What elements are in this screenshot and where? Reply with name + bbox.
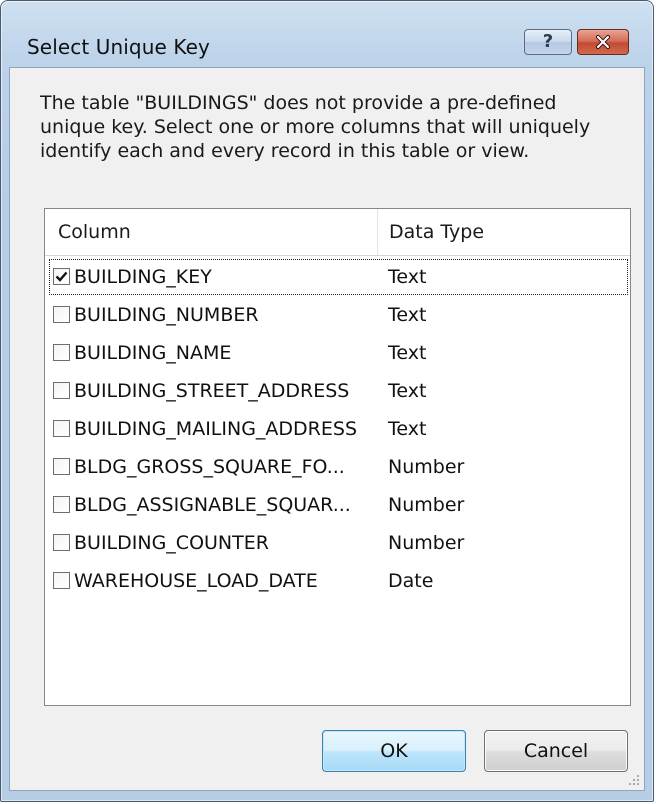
column-data-type: Text [388,380,427,402]
row-checkbox[interactable] [53,572,70,589]
column-name: BUILDING_COUNTER [74,532,269,554]
dialog-title: Select Unique Key [27,35,210,59]
column-name: BLDG_ASSIGNABLE_SQUAR... [74,494,351,516]
close-x-icon [596,35,610,49]
list-item[interactable]: BUILDING_MAILING_ADDRESS Text [49,411,628,447]
column-name: BUILDING_MAILING_ADDRESS [74,418,358,440]
row-checkbox[interactable] [53,306,70,323]
column-name: BLDG_GROSS_SQUARE_FO... [74,456,345,478]
column-name: BUILDING_KEY [74,266,212,288]
list-item[interactable]: BUILDING_STREET_ADDRESS Text [49,373,628,409]
column-name: WAREHOUSE_LOAD_DATE [74,570,318,592]
row-checkbox[interactable] [53,344,70,361]
list-item[interactable]: BUILDING_KEY Text [49,259,628,295]
ok-button[interactable]: OK [322,730,466,772]
list-item[interactable]: BUILDING_NUMBER Text [49,297,628,333]
row-checkbox[interactable] [53,534,70,551]
column-data-type: Text [388,418,427,440]
column-list-header: Column Data Type [45,209,630,256]
help-button[interactable]: ? [524,29,572,55]
column-data-type: Text [388,342,427,364]
list-item[interactable]: BLDG_ASSIGNABLE_SQUAR... Number [49,487,628,523]
column-data-type: Number [388,494,465,516]
column-header-data-type[interactable]: Data Type [378,209,628,255]
column-name: BUILDING_STREET_ADDRESS [74,380,350,402]
close-button[interactable] [577,29,629,55]
question-mark-icon: ? [542,31,554,52]
column-data-type: Date [388,570,434,592]
list-item[interactable]: BLDG_GROSS_SQUARE_FO... Number [49,449,628,485]
dialog-description: The table "BUILDINGS" does not provide a… [40,92,591,162]
list-item[interactable]: BUILDING_COUNTER Number [49,525,628,561]
column-data-type: Text [388,266,427,288]
list-item[interactable]: BUILDING_NAME Text [49,335,628,371]
column-list[interactable]: Column Data Type BUILDING_KEY Text BUILD… [44,208,631,706]
select-unique-key-dialog: Select Unique Key ? The table "BUILDINGS… [0,0,654,802]
cancel-button[interactable]: Cancel [484,730,628,772]
resize-grip-icon[interactable] [626,772,640,786]
row-checkbox[interactable] [53,268,70,285]
row-checkbox[interactable] [53,458,70,475]
column-name: BUILDING_NAME [74,342,232,364]
row-checkbox[interactable] [53,496,70,513]
column-data-type: Text [388,304,427,326]
column-data-type: Number [388,456,465,478]
checkmark-icon [55,271,68,282]
column-name: BUILDING_NUMBER [74,304,259,326]
list-item[interactable]: WAREHOUSE_LOAD_DATE Date [49,563,628,599]
row-checkbox[interactable] [53,420,70,437]
column-header-column[interactable]: Column [45,209,378,255]
dialog-client-area: The table "BUILDINGS" does not provide a… [9,67,645,791]
column-data-type: Number [388,532,465,554]
row-checkbox[interactable] [53,382,70,399]
